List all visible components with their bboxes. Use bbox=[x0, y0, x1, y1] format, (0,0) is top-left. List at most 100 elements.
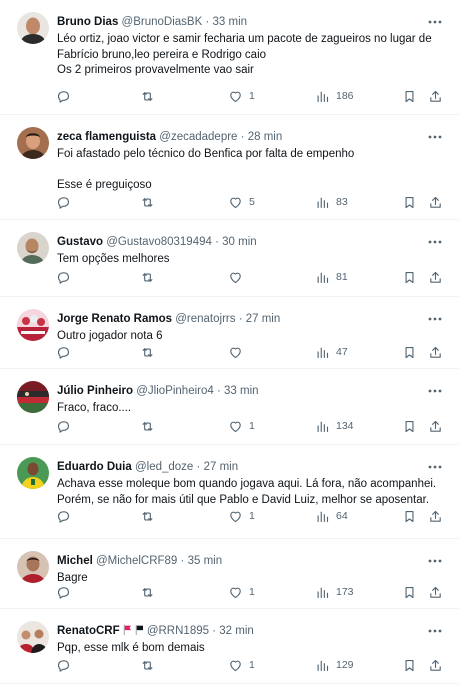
reply-button[interactable] bbox=[56, 192, 71, 212]
repost-button[interactable] bbox=[140, 416, 155, 436]
display-name[interactable]: Jorge Renato Ramos bbox=[57, 313, 172, 325]
reply-item[interactable]: Eduardo Duia @led_doze · 27 min Achava es… bbox=[0, 445, 459, 539]
like-button[interactable] bbox=[228, 267, 249, 287]
timestamp[interactable]: 30 min bbox=[222, 236, 257, 248]
reply-item[interactable]: zeca flamenguista @zecadadepre · 28 min F… bbox=[0, 115, 459, 220]
more-options-button[interactable] bbox=[427, 309, 443, 325]
bookmark-button[interactable] bbox=[402, 192, 417, 212]
reply-button[interactable] bbox=[56, 86, 71, 106]
user-handle[interactable]: @BrunoDiasBK bbox=[122, 16, 203, 28]
display-name[interactable]: RenatoCRF bbox=[57, 625, 120, 637]
reply-item[interactable]: Gustavo @Gustavo80319494 · 30 min Tem opç… bbox=[0, 220, 459, 297]
like-button[interactable]: 1 bbox=[228, 506, 255, 526]
heart-icon bbox=[228, 195, 243, 210]
bookmark-button[interactable] bbox=[402, 267, 417, 287]
reply-button[interactable] bbox=[56, 582, 71, 602]
reply-button[interactable] bbox=[56, 506, 71, 526]
timestamp[interactable]: 35 min bbox=[188, 555, 223, 567]
avatar[interactable] bbox=[17, 232, 49, 264]
repost-button[interactable] bbox=[140, 582, 155, 602]
repost-button[interactable] bbox=[140, 192, 155, 212]
timestamp[interactable]: 33 min bbox=[213, 16, 248, 28]
user-handle[interactable]: @MichelCRF89 bbox=[96, 555, 177, 567]
bookmark-button[interactable] bbox=[402, 86, 417, 106]
views-button[interactable]: 134 bbox=[315, 416, 354, 436]
bookmark-button[interactable] bbox=[402, 506, 417, 526]
like-button[interactable]: 5 bbox=[228, 192, 255, 212]
avatar[interactable] bbox=[17, 381, 49, 413]
avatar[interactable] bbox=[17, 12, 49, 44]
avatar[interactable] bbox=[17, 457, 49, 489]
user-handle[interactable]: @zecadadepre bbox=[159, 131, 237, 143]
reply-button[interactable] bbox=[56, 342, 71, 362]
user-handle[interactable]: @Gustavo80319494 bbox=[106, 236, 212, 248]
reply-item[interactable]: RenatoCRF @RRN1895 · 32 min Pqp, esse mlk… bbox=[0, 609, 459, 684]
heart-icon bbox=[228, 658, 243, 673]
more-options-button[interactable] bbox=[427, 457, 443, 473]
user-handle[interactable]: @led_doze bbox=[135, 461, 193, 473]
share-button[interactable] bbox=[428, 416, 443, 436]
share-button[interactable] bbox=[428, 582, 443, 602]
share-button[interactable] bbox=[428, 506, 443, 526]
avatar[interactable] bbox=[17, 551, 49, 583]
timestamp[interactable]: 27 min bbox=[204, 461, 239, 473]
avatar[interactable] bbox=[17, 127, 49, 159]
reply-button[interactable] bbox=[56, 267, 71, 287]
reply-button[interactable] bbox=[56, 655, 71, 675]
repost-button[interactable] bbox=[140, 506, 155, 526]
avatar[interactable] bbox=[17, 309, 49, 341]
user-handle[interactable]: @JlioPinheiro4 bbox=[136, 385, 214, 397]
timestamp[interactable]: 32 min bbox=[219, 625, 254, 637]
views-button[interactable]: 186 bbox=[315, 86, 354, 106]
like-button[interactable]: 1 bbox=[228, 86, 255, 106]
timestamp[interactable]: 28 min bbox=[248, 131, 283, 143]
more-options-button[interactable] bbox=[427, 381, 443, 397]
display-name[interactable]: Eduardo Duia bbox=[57, 461, 132, 473]
bookmark-button[interactable] bbox=[402, 342, 417, 362]
views-button[interactable]: 64 bbox=[315, 506, 348, 526]
more-options-button[interactable] bbox=[427, 551, 443, 567]
repost-button[interactable] bbox=[140, 267, 155, 287]
share-button[interactable] bbox=[428, 192, 443, 212]
share-button[interactable] bbox=[428, 342, 443, 362]
views-button[interactable]: 81 bbox=[315, 267, 348, 287]
like-count: 1 bbox=[249, 90, 255, 102]
like-button[interactable]: 1 bbox=[228, 416, 255, 436]
repost-button[interactable] bbox=[140, 342, 155, 362]
timestamp[interactable]: 27 min bbox=[246, 313, 281, 325]
reply-item[interactable]: Jorge Renato Ramos @renatojrrs · 27 min O… bbox=[0, 297, 459, 369]
bookmark-button[interactable] bbox=[402, 582, 417, 602]
views-button[interactable]: 83 bbox=[315, 192, 348, 212]
more-options-button[interactable] bbox=[427, 127, 443, 143]
bookmark-button[interactable] bbox=[402, 655, 417, 675]
more-options-button[interactable] bbox=[427, 621, 443, 637]
views-button[interactable]: 173 bbox=[315, 582, 354, 602]
like-button[interactable]: 1 bbox=[228, 582, 255, 602]
display-name[interactable]: Gustavo bbox=[57, 236, 103, 248]
repost-button[interactable] bbox=[140, 86, 155, 106]
more-options-button[interactable] bbox=[427, 232, 443, 248]
more-options-button[interactable] bbox=[427, 12, 443, 28]
avatar[interactable] bbox=[17, 621, 49, 653]
views-button[interactable]: 47 bbox=[315, 342, 348, 362]
display-name[interactable]: Michel bbox=[57, 555, 93, 567]
reply-item[interactable]: Michel @MichelCRF89 · 35 min Bagre 1 173 bbox=[0, 539, 459, 609]
display-name[interactable]: zeca flamenguista bbox=[57, 131, 156, 143]
repost-button[interactable] bbox=[140, 655, 155, 675]
bookmark-button[interactable] bbox=[402, 416, 417, 436]
user-handle[interactable]: @renatojrrs bbox=[175, 313, 235, 325]
reply-item[interactable]: Bruno Dias @BrunoDiasBK · 33 min Léo orti… bbox=[0, 0, 459, 115]
share-button[interactable] bbox=[428, 267, 443, 287]
share-button[interactable] bbox=[428, 86, 443, 106]
like-button[interactable] bbox=[228, 342, 249, 362]
views-button[interactable]: 129 bbox=[315, 655, 354, 675]
reply-item[interactable]: Júlio Pinheiro @JlioPinheiro4 · 33 min Fr… bbox=[0, 369, 459, 445]
timestamp[interactable]: 33 min bbox=[224, 385, 259, 397]
display-name[interactable]: Júlio Pinheiro bbox=[57, 385, 133, 397]
display-name[interactable]: Bruno Dias bbox=[57, 16, 118, 28]
reply-button[interactable] bbox=[56, 416, 71, 436]
share-button[interactable] bbox=[428, 655, 443, 675]
like-button[interactable]: 1 bbox=[228, 655, 255, 675]
user-handle[interactable]: @RRN1895 bbox=[147, 625, 209, 637]
reply-icon bbox=[56, 270, 71, 285]
